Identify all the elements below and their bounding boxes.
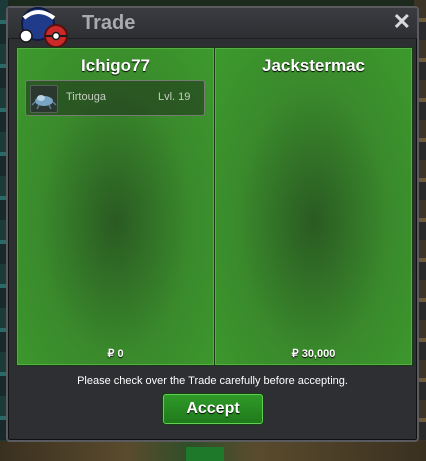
trade-item-pokemon[interactable]: Tirtouga Lvl. 19	[25, 80, 205, 116]
trader-name-right: Jackstermac	[261, 56, 366, 75]
close-icon[interactable]: ✕	[393, 10, 411, 34]
accept-button[interactable]: Accept	[163, 394, 263, 424]
pokemon-icon	[30, 85, 58, 113]
background-green-tile	[186, 447, 224, 461]
trader-name-left: Ichigo77	[81, 56, 150, 75]
trade-panel-left: Ichigo77 Tirtouga Lvl. 19 ₽ 0	[17, 48, 214, 365]
trade-notice: Please check over the Trade carefully be…	[77, 375, 348, 387]
money-offer-left: ₽ 0	[107, 348, 124, 360]
item-level: Lvl. 19	[158, 91, 191, 103]
trade-window: Trade ✕ Ichigo77 Tirtouga Lvl. 19 ₽ 0 Ja…	[6, 6, 419, 442]
money-offer-right: ₽ 30,000	[291, 348, 336, 360]
item-name: Tirtouga	[66, 91, 106, 103]
trade-panel-right: Jackstermac ₽ 30,000	[215, 48, 412, 365]
trade-logo-icon	[19, 7, 68, 48]
window-title: Trade	[82, 12, 136, 34]
